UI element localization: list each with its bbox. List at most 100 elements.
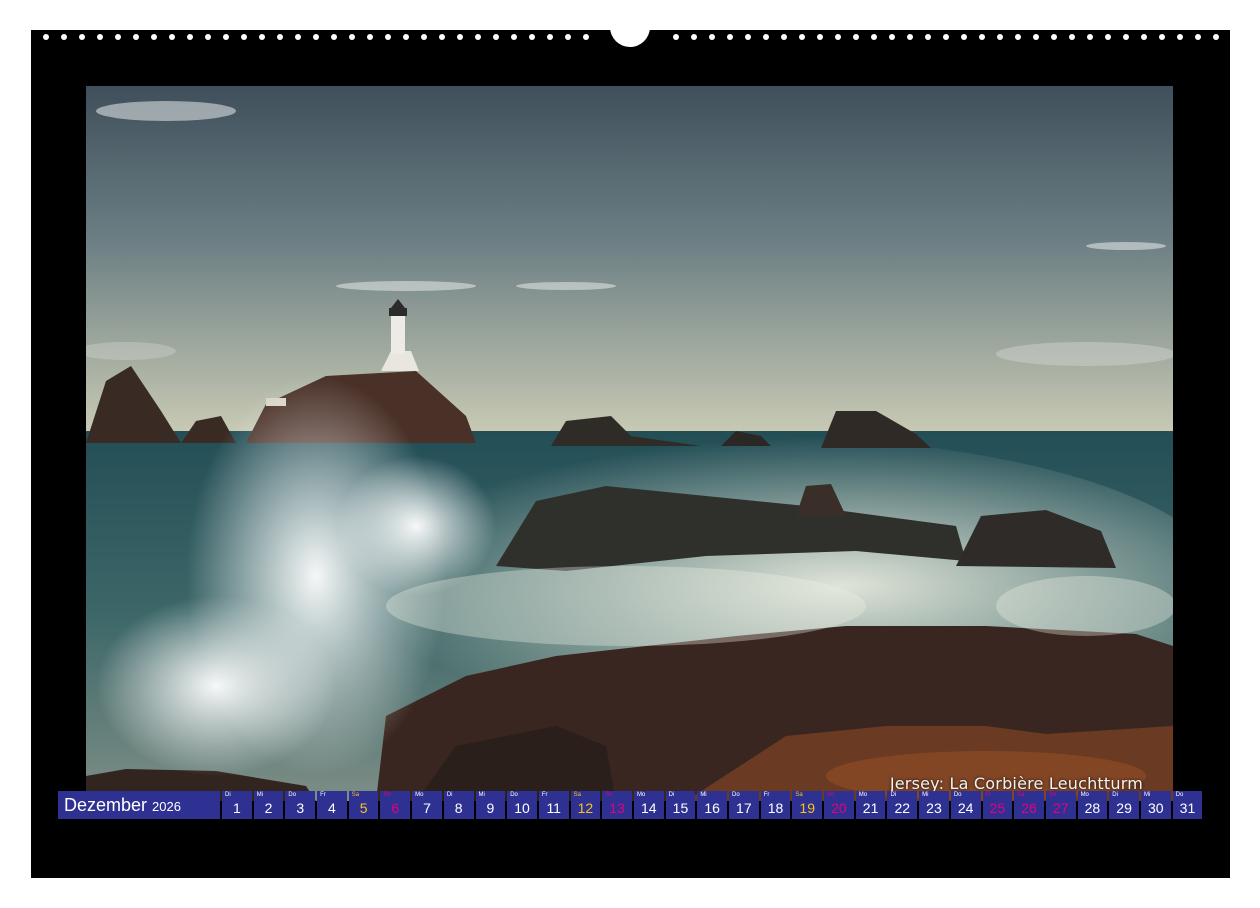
day-cell: Di 22 (887, 791, 918, 819)
weekday-label: Sa (1017, 792, 1025, 798)
binding-hole (97, 34, 103, 40)
binding-hole (1087, 34, 1093, 40)
month-label: Dezember 2026 (58, 791, 220, 819)
day-cell: Mi 2 (253, 791, 284, 819)
day-number: 9 (486, 800, 495, 816)
binding-hole (1123, 34, 1129, 40)
weekday-label: Mi (256, 792, 264, 798)
weekday-label: Sa (573, 792, 581, 798)
binding-hole (691, 34, 697, 40)
seascape-image (86, 86, 1173, 801)
binding-hole (943, 34, 949, 40)
binding-hole (331, 34, 337, 40)
day-cell: Fr 18 (760, 791, 791, 819)
day-cell: Fr 11 (538, 791, 569, 819)
binding-hole (907, 34, 913, 40)
weekday-label: Di (1112, 792, 1118, 798)
day-number: 22 (894, 800, 911, 816)
day-number: 10 (514, 800, 530, 816)
weekday-label: Di (225, 792, 231, 798)
day-cell: Mo 28 (1077, 791, 1108, 819)
day-number: 2 (264, 800, 273, 816)
weekday-label: So (1048, 792, 1057, 798)
day-number: 17 (736, 800, 752, 816)
weekday-label: Mo (858, 792, 868, 798)
day-cell: Mi 23 (919, 791, 949, 819)
day-cell: Mo 21 (855, 791, 886, 819)
weekday-label: Fr (985, 792, 992, 798)
weekday-label: Do (732, 792, 740, 798)
day-number: 24 (957, 800, 974, 816)
weekday-label: Do (1175, 792, 1184, 798)
weekday-label: Mi (922, 792, 929, 798)
day-number: 3 (296, 800, 305, 816)
binding-hole (313, 34, 319, 40)
binding-hole (187, 34, 193, 40)
day-cell: Mi 30 (1140, 791, 1171, 819)
weekday-label: Do (510, 792, 518, 798)
hanger-hook (610, 18, 650, 47)
day-number: 26 (1021, 800, 1037, 816)
day-cell: So 13 (602, 791, 632, 819)
day-number: 30 (1147, 800, 1164, 816)
day-cell: Di 15 (665, 791, 696, 819)
binding-hole (241, 34, 247, 40)
binding-hole (1069, 34, 1075, 40)
day-number: 12 (577, 800, 594, 816)
year-label: 2026 (152, 799, 181, 814)
day-cell: Mi 9 (475, 791, 506, 819)
day-cell: Mo 7 (412, 791, 442, 819)
spiral-binding (31, 18, 1230, 47)
binding-hole (799, 34, 805, 40)
day-cell: Di 29 (1109, 791, 1139, 819)
binding-hole (1051, 34, 1057, 40)
binding-hole (763, 34, 769, 40)
binding-hole (133, 34, 139, 40)
weekday-label: Mi (478, 792, 485, 798)
binding-hole (781, 34, 787, 40)
binding-hole (43, 34, 49, 40)
binding-hole (709, 34, 715, 40)
weekday-label: Fr (320, 792, 326, 798)
binding-hole (871, 34, 877, 40)
day-cell: So 20 (824, 791, 854, 819)
binding-hole (1159, 34, 1165, 40)
weekday-label: Do (953, 792, 962, 798)
binding-hole (439, 34, 445, 40)
weekday-label: Mi (700, 792, 707, 798)
binding-hole (259, 34, 265, 40)
binding-hole (151, 34, 157, 40)
binding-hole (1105, 34, 1111, 40)
day-cell: Mi 16 (697, 791, 727, 819)
weekday-label: Di (890, 792, 897, 798)
day-number: 13 (609, 800, 625, 816)
day-number: 20 (831, 800, 847, 816)
weekday-label: Di (446, 792, 453, 798)
day-cell: Di 1 (222, 791, 252, 819)
weekday-label: Mo (415, 792, 424, 798)
day-cell: So 27 (1045, 791, 1076, 819)
binding-hole (223, 34, 229, 40)
day-number: 21 (862, 800, 879, 816)
weekday-label: Mo (1080, 792, 1089, 798)
binding-hole (1195, 34, 1201, 40)
day-cell: Di 8 (443, 791, 474, 819)
binding-hole (727, 34, 733, 40)
day-number: 5 (359, 800, 368, 816)
weekday-label: So (383, 792, 391, 798)
day-cell: Sa 19 (792, 791, 823, 819)
day-cell: Fr 4 (317, 791, 347, 819)
binding-hole (493, 34, 499, 40)
binding-hole (583, 34, 589, 40)
weekday-label: Sa (795, 792, 803, 798)
day-number: 27 (1052, 800, 1069, 816)
binding-hole (925, 34, 931, 40)
day-cell: So 6 (380, 791, 411, 819)
day-cell: Do 31 (1172, 791, 1203, 819)
binding-hole (367, 34, 373, 40)
binding-hole (421, 34, 427, 40)
binding-hole (205, 34, 211, 40)
binding-hole (511, 34, 517, 40)
binding-hole (889, 34, 895, 40)
binding-hole (673, 34, 679, 40)
